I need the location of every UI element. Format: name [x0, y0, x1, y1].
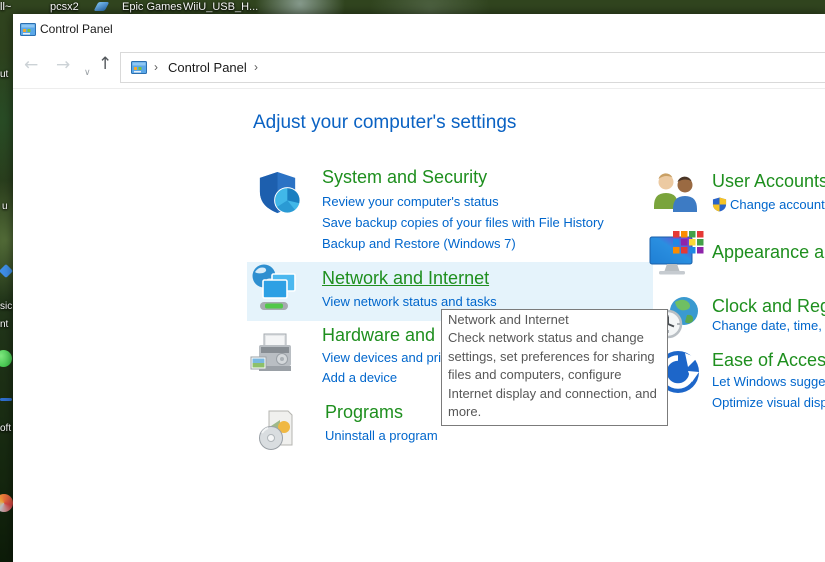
desktop-icon-fragment-orange [0, 494, 13, 512]
desktop-icon-label[interactable]: ll~ [0, 1, 11, 14]
category-system-and-security[interactable]: System and Security [322, 167, 487, 188]
software-box-cd-icon[interactable] [255, 406, 301, 454]
link-add-a-device[interactable]: Add a device [322, 370, 397, 385]
link-view-network-status[interactable]: View network status and tasks [322, 294, 497, 309]
breadcrumb-chevron[interactable]: › [154, 60, 158, 74]
category-appearance-personalization[interactable]: Appearance and Personalization [712, 242, 825, 263]
up-button[interactable]: ↑ [98, 54, 112, 74]
control-panel-icon [20, 22, 36, 38]
category-clock-and-region[interactable]: Clock and Region [712, 296, 825, 317]
nav-separator [13, 88, 825, 89]
desktop-label-fragment: ut [0, 68, 8, 81]
link-backup-restore[interactable]: Backup and Restore (Windows 7) [322, 236, 516, 251]
category-programs[interactable]: Programs [325, 402, 403, 423]
monitor-tiles-icon[interactable] [648, 230, 704, 280]
desktop-icon-label-pcsx2[interactable]: pcsx2 [50, 1, 79, 14]
link-optimize-visual-display[interactable]: Optimize visual display [712, 395, 825, 410]
category-network-and-internet[interactable]: Network and Internet [322, 268, 489, 289]
desktop-icon-fragment-green [0, 350, 12, 367]
link-change-date-time[interactable]: Change date, time, or number formats [712, 318, 825, 333]
link-change-account-type[interactable]: Change account type [730, 197, 825, 212]
desktop-icon-label-epic-games[interactable]: Epic Games [122, 1, 182, 14]
category-ease-of-access[interactable]: Ease of Access [712, 350, 825, 371]
recent-pages-dropdown[interactable]: ∨ [84, 60, 91, 79]
pen-icon [94, 2, 110, 11]
category-user-accounts[interactable]: User Accounts [712, 171, 825, 192]
link-windows-suggest-settings[interactable]: Let Windows suggest settings [712, 374, 825, 389]
link-file-history[interactable]: Save backup copies of your files with Fi… [322, 215, 604, 230]
desktop-label-fragment: u [2, 200, 8, 213]
link-uninstall-program[interactable]: Uninstall a program [325, 428, 438, 443]
control-panel-icon [131, 60, 147, 76]
page-title: Adjust your computer's settings [253, 112, 516, 134]
desktop-label-fragment: oft [0, 422, 11, 435]
address-bar[interactable]: › Control Panel › [120, 52, 825, 83]
desktop-icon-label-wiiu-usb[interactable]: WiiU_USB_H... [183, 1, 258, 14]
globe-monitors-icon[interactable] [250, 263, 300, 313]
tooltip-title: Network and Internet [448, 311, 661, 329]
breadcrumb-control-panel[interactable]: Control Panel [168, 60, 247, 75]
desktop-label-fragment: sic [0, 300, 12, 313]
desktop-label-fragment: nt [0, 318, 8, 331]
link-review-computer-status[interactable]: Review your computer's status [322, 194, 499, 209]
window-title: Control Panel [40, 22, 113, 36]
desktop-icon-fragment-blue [0, 264, 13, 278]
network-internet-tooltip: Network and Internet Check network statu… [441, 309, 668, 426]
uac-shield-icon [712, 197, 727, 212]
forward-button[interactable]: → [56, 55, 70, 75]
back-button[interactable]: ← [24, 55, 38, 75]
desktop-icon-fragment-bar [0, 398, 12, 401]
tooltip-body: Check network status and change settings… [448, 330, 657, 419]
printer-icon[interactable] [248, 330, 302, 382]
shield-pie-icon[interactable] [256, 169, 303, 216]
two-users-icon[interactable] [652, 170, 704, 220]
breadcrumb-chevron[interactable]: › [254, 60, 258, 74]
